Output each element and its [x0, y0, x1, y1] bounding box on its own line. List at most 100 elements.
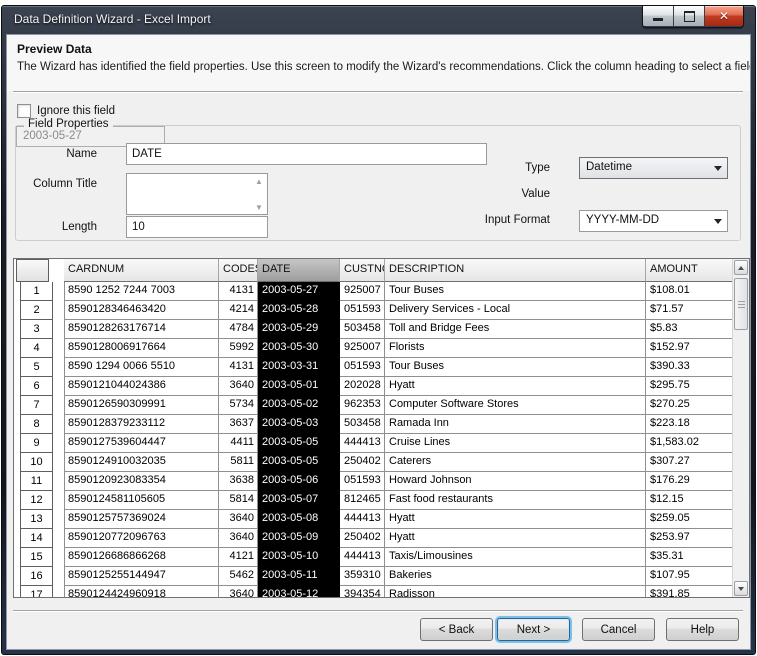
cell-codes[interactable]: 5734 [219, 396, 258, 415]
cell-description[interactable]: Ramada Inn [385, 415, 646, 434]
table-row[interactable]: 8859012837923311236372003-05-03503458Ram… [14, 415, 733, 434]
cell-cardnum[interactable]: 8590 1294 0066 5510 [64, 358, 219, 377]
column-title-input[interactable] [126, 173, 268, 215]
row-number-cell[interactable]: 8 [14, 415, 64, 434]
cell-custno[interactable]: 925007 [340, 282, 385, 301]
table-row[interactable]: 18590 1252 7244 700341312003-05-27925007… [14, 282, 733, 301]
row-number-cell[interactable]: 3 [14, 320, 64, 339]
row-number-cell[interactable]: 14 [14, 529, 64, 548]
row-number-header[interactable] [14, 259, 64, 282]
input-format-dropdown[interactable]: YYYY-MM-DD [579, 210, 728, 232]
column-title-scroll-down-icon[interactable]: ▼ [255, 204, 263, 212]
type-dropdown[interactable]: Datetime [579, 157, 728, 179]
cell-date[interactable]: 2003-05-01 [258, 377, 340, 396]
cell-cardnum[interactable]: 8590120772096763 [64, 529, 219, 548]
cell-custno[interactable]: 250402 [340, 453, 385, 472]
row-number-cell[interactable]: 5 [14, 358, 64, 377]
table-row[interactable]: 2859012834646342042142003-05-28051593Del… [14, 301, 733, 320]
cell-description[interactable]: Cruise Lines [385, 434, 646, 453]
table-row[interactable]: 14859012077209676336402003-05-09250402Hy… [14, 529, 733, 548]
cell-custno[interactable]: 202028 [340, 377, 385, 396]
cell-description[interactable]: Hyatt [385, 377, 646, 396]
length-input[interactable] [126, 216, 268, 238]
cell-custno[interactable]: 503458 [340, 415, 385, 434]
table-row[interactable]: 16859012525514494754622003-05-11359310Ba… [14, 567, 733, 586]
cell-amount[interactable]: $12.15 [646, 491, 733, 510]
cell-codes[interactable]: 4131 [219, 358, 258, 377]
cell-codes[interactable]: 4131 [219, 282, 258, 301]
cell-cardnum[interactable]: 8590124581105605 [64, 491, 219, 510]
cell-amount[interactable]: $107.95 [646, 567, 733, 586]
cell-amount[interactable]: $270.25 [646, 396, 733, 415]
row-number-cell[interactable]: 6 [14, 377, 64, 396]
cell-date[interactable]: 2003-05-08 [258, 510, 340, 529]
cell-date[interactable]: 2003-05-27 [258, 282, 340, 301]
row-number-cell[interactable]: 10 [14, 453, 64, 472]
row-number-cell[interactable]: 16 [14, 567, 64, 586]
table-row[interactable]: 6859012104402438636402003-05-01202028Hya… [14, 377, 733, 396]
close-button[interactable]: ✕ [705, 6, 743, 26]
cell-codes[interactable]: 4214 [219, 301, 258, 320]
cell-cardnum[interactable]: 8590127539604447 [64, 434, 219, 453]
column-header-cardnum[interactable]: CARDNUM [64, 259, 219, 282]
help-button[interactable]: Help [666, 618, 739, 641]
cell-cardnum[interactable]: 8590128379233112 [64, 415, 219, 434]
cell-date[interactable]: 2003-05-02 [258, 396, 340, 415]
table-row[interactable]: 11859012092308335436382003-05-06051593Ho… [14, 472, 733, 491]
cell-custno[interactable]: 394354 [340, 586, 385, 597]
table-row[interactable]: 3859012826317671447842003-05-29503458Tol… [14, 320, 733, 339]
minimize-button[interactable] [643, 6, 674, 26]
cell-codes[interactable]: 3640 [219, 377, 258, 396]
cell-date[interactable]: 2003-05-30 [258, 339, 340, 358]
name-input[interactable] [126, 143, 487, 165]
column-header-codes[interactable]: CODES [219, 259, 258, 282]
cell-date[interactable]: 2003-05-05 [258, 434, 340, 453]
cell-cardnum[interactable]: 8590125757369024 [64, 510, 219, 529]
cell-cardnum[interactable]: 8590126590309991 [64, 396, 219, 415]
cell-description[interactable]: Toll and Bridge Fees [385, 320, 646, 339]
cell-custno[interactable]: 444413 [340, 548, 385, 567]
cell-codes[interactable]: 4121 [219, 548, 258, 567]
cell-cardnum[interactable]: 8590124424960918 [64, 586, 219, 597]
cell-amount[interactable]: $390.33 [646, 358, 733, 377]
cell-date[interactable]: 2003-05-29 [258, 320, 340, 339]
row-number-cell[interactable]: 7 [14, 396, 64, 415]
cell-date[interactable]: 2003-03-31 [258, 358, 340, 377]
scroll-down-button[interactable] [734, 581, 748, 596]
table-row[interactable]: 12859012458110560558142003-05-07812465Fa… [14, 491, 733, 510]
cell-codes[interactable]: 3640 [219, 586, 258, 597]
cell-amount[interactable]: $1,583.02 [646, 434, 733, 453]
row-number-cell[interactable]: 15 [14, 548, 64, 567]
cell-description[interactable]: Caterers [385, 453, 646, 472]
cell-date[interactable]: 2003-05-03 [258, 415, 340, 434]
cell-codes[interactable]: 5811 [219, 453, 258, 472]
cell-date[interactable]: 2003-05-05 [258, 453, 340, 472]
cell-codes[interactable]: 4411 [219, 434, 258, 453]
cell-codes[interactable]: 5462 [219, 567, 258, 586]
cell-amount[interactable]: $253.97 [646, 529, 733, 548]
cell-description[interactable]: Howard Johnson [385, 472, 646, 491]
cell-description[interactable]: Fast food restaurants [385, 491, 646, 510]
cell-custno[interactable]: 925007 [340, 339, 385, 358]
cell-codes[interactable]: 3640 [219, 529, 258, 548]
cell-custno[interactable]: 051593 [340, 358, 385, 377]
row-number-cell[interactable]: 2 [14, 301, 64, 320]
cell-date[interactable]: 2003-05-28 [258, 301, 340, 320]
table-row[interactable]: 9859012753960444744112003-05-05444413Cru… [14, 434, 733, 453]
table-row[interactable]: 13859012575736902436402003-05-08444413Hy… [14, 510, 733, 529]
cell-custno[interactable]: 444413 [340, 510, 385, 529]
title-bar[interactable]: Data Definition Wizard - Excel Import ✕ [2, 6, 755, 34]
column-header-custno[interactable]: CUSTNO [340, 259, 385, 282]
cell-amount[interactable]: $5.83 [646, 320, 733, 339]
cell-description[interactable]: Tour Buses [385, 282, 646, 301]
cell-description[interactable]: Hyatt [385, 510, 646, 529]
cell-custno[interactable]: 051593 [340, 472, 385, 491]
cell-amount[interactable]: $152.97 [646, 339, 733, 358]
column-header-date[interactable]: DATE [258, 259, 340, 282]
scroll-up-button[interactable] [734, 260, 748, 275]
cell-amount[interactable]: $391.85 [646, 586, 733, 597]
cell-amount[interactable]: $223.18 [646, 415, 733, 434]
cell-cardnum[interactable]: 8590126686866268 [64, 548, 219, 567]
cell-cardnum[interactable]: 8590121044024386 [64, 377, 219, 396]
row-number-cell[interactable]: 13 [14, 510, 64, 529]
